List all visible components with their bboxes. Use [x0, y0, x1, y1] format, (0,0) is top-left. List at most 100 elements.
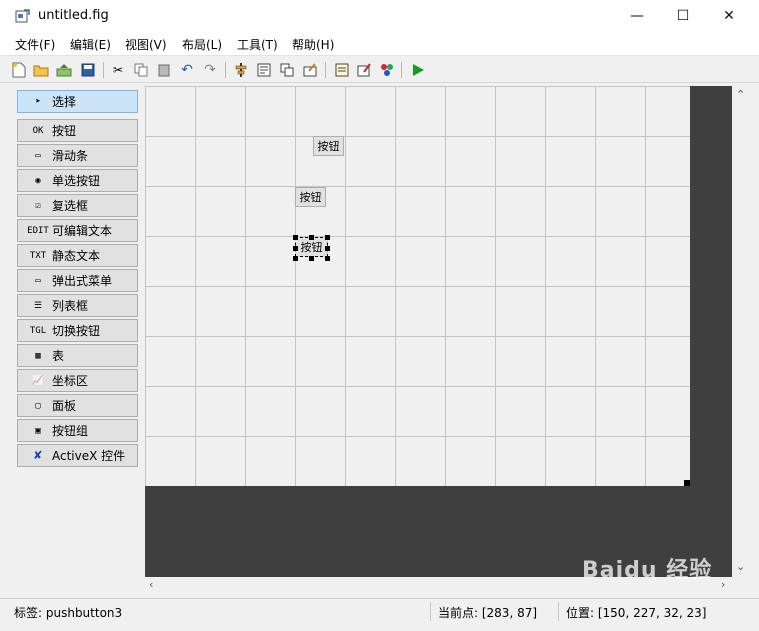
save-icon[interactable] [79, 61, 97, 79]
palette-slider[interactable]: ▭ 滑动条 [17, 144, 138, 167]
status-tag: 标签: pushbutton3 [14, 606, 123, 620]
component-palette: ➤ 选择 OK 按钮 ▭ 滑动条 ◉ 单选按钮 ☑ 复选框 EDIT 可编辑文本 TXT 静态… [0, 84, 145, 596]
palette-label: 表 [52, 349, 65, 363]
figure-pushbutton-1[interactable]: 按钮 [313, 136, 344, 156]
palette-label: 静态文本 [52, 249, 101, 263]
palette-popup-menu[interactable]: ▭ 弹出式菜单 [17, 269, 138, 292]
paste-icon[interactable] [155, 61, 173, 79]
baidu-watermark: Baidu 经验 [582, 558, 713, 583]
toolbar: ✂ ↶ ↷ [0, 57, 759, 83]
title-bar: untitled.fig — ☐ ✕ [0, 0, 759, 32]
pointer-icon: ➤ [35, 96, 41, 107]
palette-label: 按钮组 [52, 424, 89, 438]
panel-icon: ▢ [35, 400, 41, 411]
palette-label: 面板 [52, 399, 77, 413]
layout-canvas[interactable]: 按钮 按钮 按钮 [145, 86, 732, 577]
cut-icon[interactable]: ✂ [109, 61, 127, 79]
palette-label: 可编辑文本 [52, 224, 113, 238]
copy-icon[interactable] [132, 61, 150, 79]
open-folder-icon[interactable] [32, 61, 50, 79]
palette-label: 坐标区 [52, 374, 89, 388]
listbox-icon: ☰ [33, 300, 43, 311]
palette-activex[interactable]: ✘ ActiveX 控件 [17, 444, 138, 467]
maximize-button[interactable]: ☐ [660, 0, 706, 32]
scroll-right-icon[interactable]: › [721, 578, 725, 591]
figure-pushbutton-3[interactable]: 按钮 [295, 237, 328, 257]
slider-icon: ▭ [35, 150, 41, 161]
menu-tools[interactable]: 工具(T) [237, 36, 278, 53]
palette-label: 切换按钮 [52, 324, 101, 338]
palette-static-text[interactable]: TXT 静态文本 [17, 244, 138, 267]
palette-pushbutton[interactable]: OK 按钮 [17, 119, 138, 142]
pushbutton-icon: OK [32, 125, 44, 136]
palette-listbox[interactable]: ☰ 列表框 [17, 294, 138, 317]
axes-icon: 📈 [32, 375, 44, 386]
static-text-icon: TXT [29, 250, 47, 261]
menu-help[interactable]: 帮助(H) [292, 36, 334, 53]
redo-icon[interactable]: ↷ [201, 61, 219, 79]
figure-resize-handle[interactable] [684, 480, 690, 486]
menu-layout[interactable]: 布局(L) [182, 36, 222, 53]
export-icon[interactable] [55, 61, 73, 79]
palette-axes[interactable]: 📈 坐标区 [17, 369, 138, 392]
palette-radio[interactable]: ◉ 单选按钮 [17, 169, 138, 192]
palette-label: 选择 [52, 95, 77, 109]
edit-text-icon: EDIT [27, 225, 49, 236]
undo-icon[interactable]: ↶ [178, 61, 196, 79]
scroll-down-icon[interactable]: ⌄ [736, 560, 745, 573]
activex-icon: ✘ [34, 448, 42, 463]
selection-handle[interactable] [325, 235, 330, 240]
menu-file[interactable]: 文件(F) [15, 36, 55, 53]
palette-checkbox[interactable]: ☑ 复选框 [17, 194, 138, 217]
popup-menu-icon: ▭ [35, 275, 41, 286]
palette-panel[interactable]: ▢ 面板 [17, 394, 138, 417]
toolbar-editor-icon[interactable] [301, 61, 319, 79]
close-button[interactable]: ✕ [706, 0, 752, 32]
status-position: 位置: [150, 227, 32, 23] [566, 606, 707, 620]
window-title: untitled.fig [38, 8, 109, 23]
checkbox-icon: ☑ [35, 200, 41, 211]
run-icon[interactable] [409, 61, 427, 79]
palette-label: 按钮 [52, 124, 77, 138]
palette-label: 列表框 [52, 299, 89, 313]
selection-handle[interactable] [309, 235, 314, 240]
selection-handle[interactable] [293, 235, 298, 240]
status-bar: 标签: pushbutton3 当前点: [283, 87] 位置: [150,… [0, 598, 759, 623]
palette-label: 滑动条 [52, 149, 89, 163]
palette-label: ActiveX 控件 [52, 449, 126, 463]
radio-icon: ◉ [35, 175, 41, 186]
selection-handle[interactable] [325, 256, 330, 261]
property-inspector-icon[interactable] [355, 61, 373, 79]
palette-select[interactable]: ➤ 选择 [17, 90, 138, 113]
palette-table[interactable]: ▦ 表 [17, 344, 138, 367]
minimize-button[interactable]: — [614, 0, 660, 32]
vertical-scrollbar[interactable]: ⌃ ⌄ [732, 86, 749, 577]
new-file-icon[interactable] [10, 61, 28, 79]
scroll-up-icon[interactable]: ⌃ [736, 88, 745, 101]
button-group-icon: ▣ [35, 425, 41, 436]
palette-label: 复选框 [52, 199, 89, 213]
figure-pushbutton-2[interactable]: 按钮 [295, 187, 326, 207]
tab-order-icon[interactable] [278, 61, 296, 79]
palette-label: 弹出式菜单 [52, 274, 113, 288]
palette-toggle-button[interactable]: TGL 切换按钮 [17, 319, 138, 342]
palette-button-group[interactable]: ▣ 按钮组 [17, 419, 138, 442]
figure-grid[interactable]: 按钮 按钮 按钮 [145, 86, 690, 486]
align-icon[interactable] [232, 61, 250, 79]
palette-edit-text[interactable]: EDIT 可编辑文本 [17, 219, 138, 242]
table-icon: ▦ [35, 350, 41, 361]
selection-handle[interactable] [309, 256, 314, 261]
menu-edit[interactable]: 编辑(E) [70, 36, 111, 53]
status-current-point: 当前点: [283, 87] [438, 606, 538, 620]
scroll-left-icon[interactable]: ‹ [149, 578, 153, 591]
figure-file-icon [14, 8, 30, 24]
menu-view[interactable]: 视图(V) [125, 36, 167, 53]
menu-editor-icon[interactable] [255, 61, 273, 79]
menu-bar: 文件(F) 编辑(E) 视图(V) 布局(L) 工具(T) 帮助(H) [0, 32, 759, 56]
toggle-button-icon: TGL [29, 325, 47, 336]
mfile-editor-icon[interactable] [333, 61, 351, 79]
selection-handle[interactable] [325, 246, 330, 251]
object-browser-icon[interactable] [378, 61, 396, 79]
selection-handle[interactable] [293, 246, 298, 251]
selection-handle[interactable] [293, 256, 298, 261]
